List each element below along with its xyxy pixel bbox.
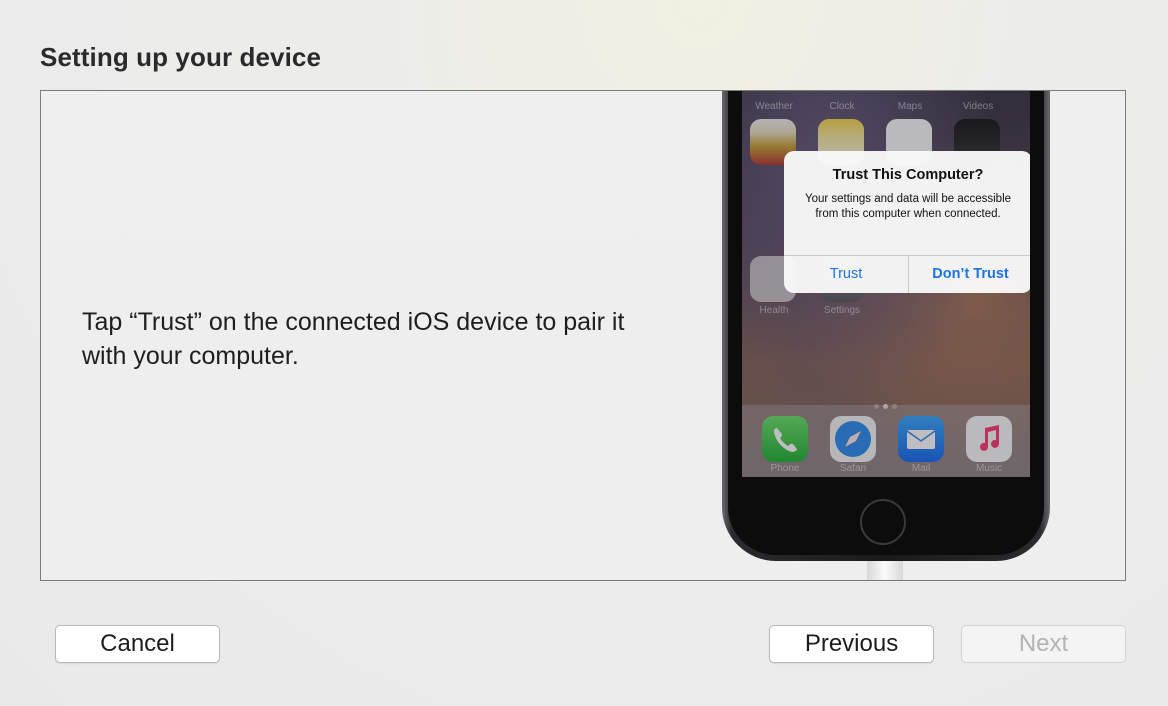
alert-title: Trust This Computer? <box>832 167 984 183</box>
instruction-text: Tap “Trust” on the connected iOS device … <box>82 308 625 370</box>
previous-button[interactable]: Previous <box>769 625 934 663</box>
next-button[interactable]: Next <box>961 625 1126 663</box>
alert-dont-trust-button: Don’t Trust <box>932 266 1009 282</box>
phone-illustration: Weather Clock Maps Videos Health Setting… <box>722 91 1050 561</box>
phone-screen: Weather Clock Maps Videos Health Setting… <box>742 91 1030 477</box>
alert-trust-button: Trust <box>829 266 863 282</box>
page-title: Setting up your device <box>40 42 322 72</box>
cancel-button[interactable]: Cancel <box>55 625 220 663</box>
lightning-cable <box>867 561 903 580</box>
home-button <box>860 499 906 545</box>
content-panel: Tap “Trust” on the connected iOS device … <box>40 90 1126 581</box>
trust-alert-dialog: Trust This Computer? Your settings and d… <box>784 151 1030 293</box>
alert-message: Your settings and data will be accessibl… <box>804 193 1012 220</box>
